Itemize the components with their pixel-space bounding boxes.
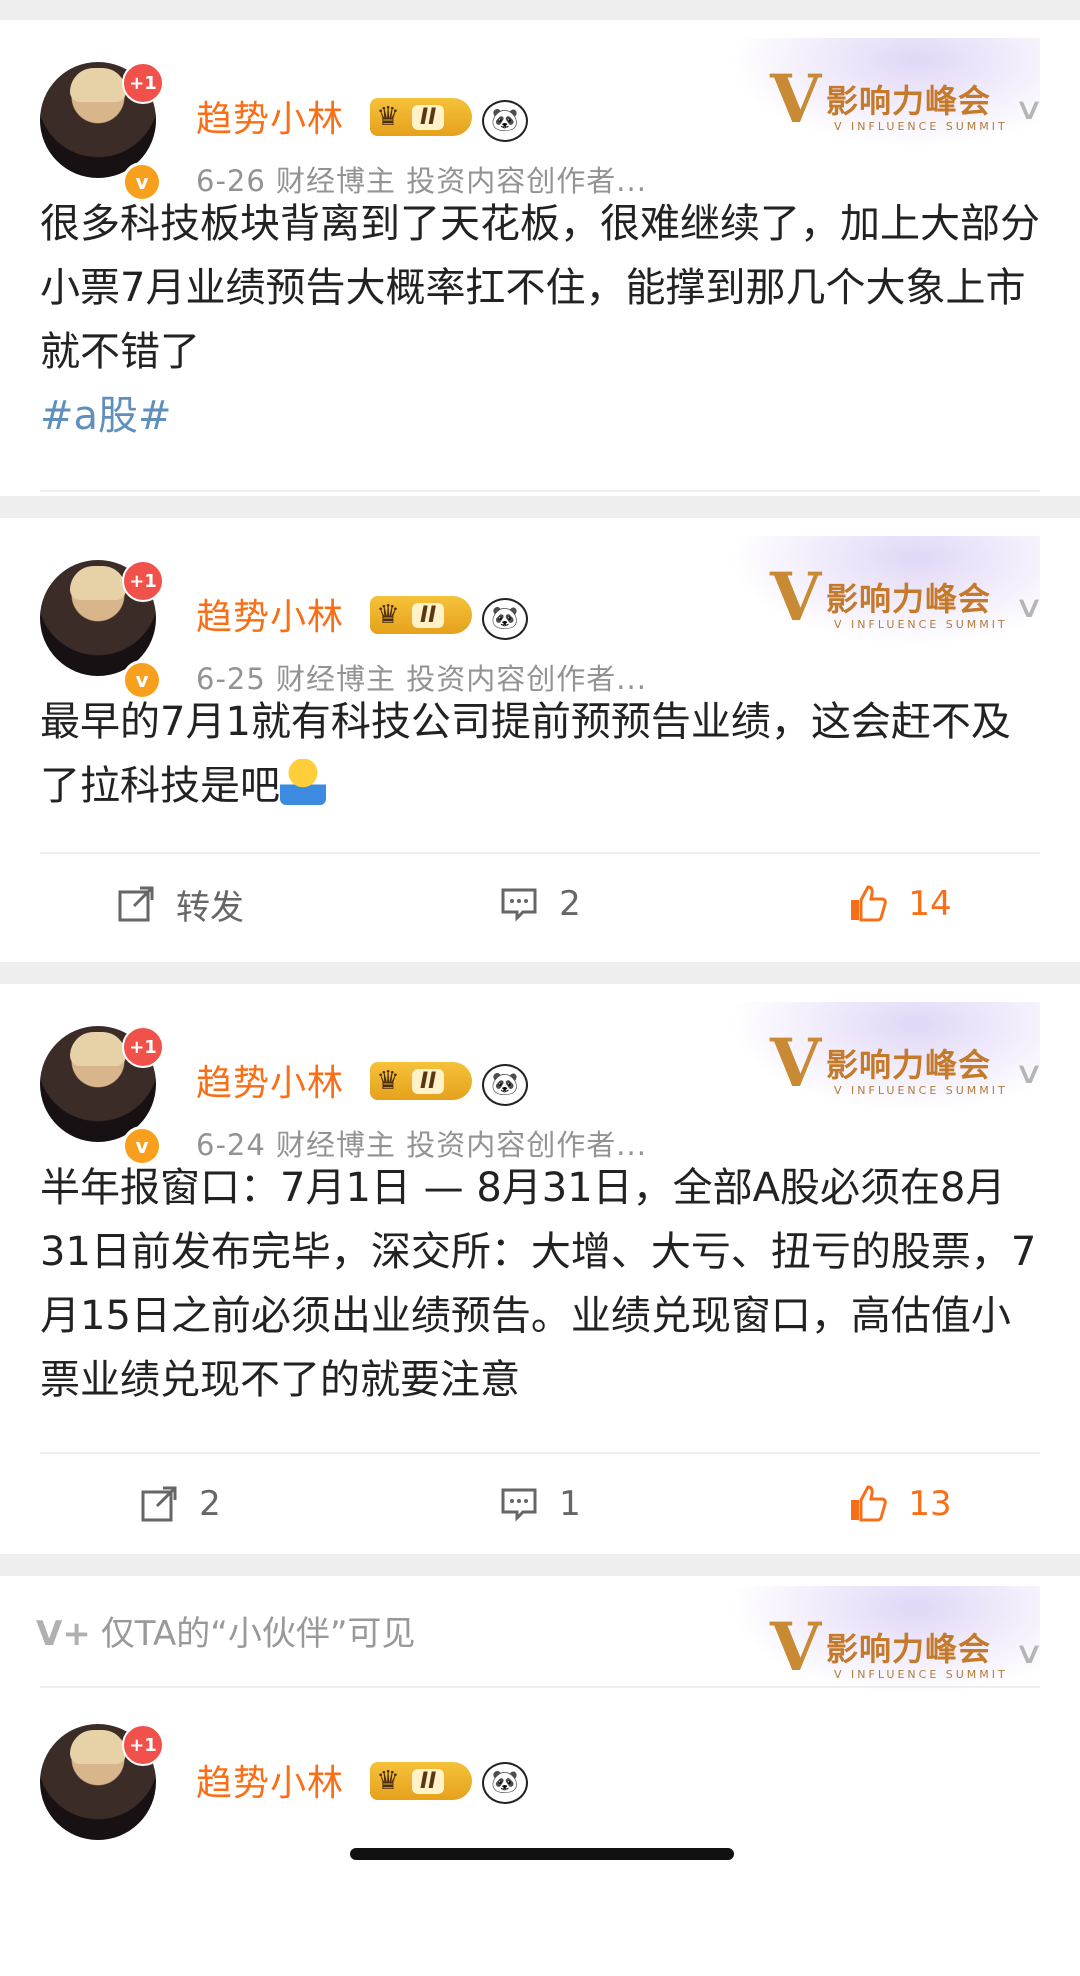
- like-button[interactable]: 13: [720, 1484, 1080, 1524]
- post-text: 很多科技板块背离到了天花板，很难继续了，加上大部分小票7月业绩预告大概率扛不住，…: [0, 170, 1080, 448]
- panda-icon: 🐼: [482, 598, 528, 640]
- level-label: II: [412, 1068, 445, 1094]
- post-card[interactable]: +1 v 趋势小林 ♛ II 🐼 6-24 财经博主 投资内容创作者... V 影…: [0, 984, 1080, 1554]
- summit-subtitle: V INFLUENCE SUMMIT: [834, 1084, 1008, 1097]
- topic-link[interactable]: #a股#: [40, 393, 172, 439]
- thumbs-up-icon: [851, 1485, 888, 1522]
- post-body: 最早的7月1就有科技公司提前预预告业绩，这会赶不及了拉科技是吧: [40, 699, 1011, 809]
- influence-summit-badge[interactable]: V 影响力峰会 V INFLUENCE SUMMIT: [730, 536, 1040, 646]
- plus-badge: +1: [122, 1026, 164, 1068]
- summit-v-logo: V: [770, 1608, 822, 1686]
- comment-button[interactable]: 1: [360, 1484, 720, 1524]
- summit-title: 影响力峰会: [826, 82, 992, 120]
- chevron-down-icon[interactable]: ∨: [1014, 92, 1045, 127]
- level-label: II: [412, 104, 445, 130]
- plus-badge: +1: [122, 62, 164, 104]
- partner-notice-label: 仅TA的“小伙伴”可见: [100, 1614, 416, 1654]
- partner-visibility-notice: V+ 仅TA的“小伙伴”可见: [36, 1606, 415, 1655]
- comment-icon: [501, 1488, 537, 1522]
- repost-count: 2: [199, 1484, 221, 1524]
- post-card[interactable]: +1 v 趋势小林 ♛ II 🐼 6-26 财经博主 投资内容创作者... V 影…: [0, 20, 1080, 562]
- post-header: +1 v 趋势小林 ♛ II 🐼 6-26 财经博主 投资内容创作者... V 影…: [0, 20, 1080, 202]
- username[interactable]: 趋势小林: [196, 90, 344, 142]
- comment-count: 1: [559, 1484, 581, 1524]
- post-card[interactable]: +1 v 趋势小林 ♛ II 🐼 6-25 财经博主 投资内容创作者... V 影…: [0, 518, 1080, 962]
- shrug-emoji-icon: [280, 759, 326, 805]
- post-card[interactable]: V+ 仅TA的“小伙伴”可见 V 影响力峰会 V INFLUENCE SUMMIT…: [0, 1576, 1080, 1976]
- level-label: II: [412, 602, 445, 628]
- summit-title: 影响力峰会: [826, 1630, 992, 1668]
- member-crown-badge[interactable]: ♛ II: [370, 1762, 472, 1800]
- post-meta: 6-24 财经博主 投资内容创作者...: [196, 1128, 647, 1162]
- repost-icon: [118, 886, 154, 922]
- post-body: 很多科技板块背离到了天花板，很难继续了，加上大部分小票7月业绩预告大概率扛不住，…: [40, 201, 1040, 375]
- repost-icon: [141, 1486, 177, 1522]
- member-crown-badge[interactable]: ♛ II: [370, 1062, 472, 1100]
- panda-icon: 🐼: [482, 1762, 528, 1804]
- crown-icon: ♛: [376, 1066, 400, 1096]
- chevron-down-icon[interactable]: ∨: [1014, 1636, 1045, 1671]
- like-count: 13: [908, 1484, 952, 1524]
- summit-v-logo: V: [770, 558, 822, 636]
- partner-visibility-row: V+ 仅TA的“小伙伴”可见 V 影响力峰会 V INFLUENCE SUMMIT…: [0, 1576, 1080, 1696]
- summit-title: 影响力峰会: [826, 1046, 992, 1084]
- like-count: 14: [908, 884, 952, 924]
- username[interactable]: 趋势小林: [196, 1054, 344, 1106]
- chevron-down-icon[interactable]: ∨: [1014, 1056, 1045, 1091]
- summit-v-logo: V: [770, 60, 822, 138]
- influence-summit-badge[interactable]: V 影响力峰会 V INFLUENCE SUMMIT: [730, 1002, 1040, 1112]
- comment-count: 2: [559, 884, 581, 924]
- crown-icon: ♛: [376, 102, 400, 132]
- v-plus-icon: V+: [36, 1614, 91, 1654]
- action-bar: 转发 2 14: [0, 854, 1080, 954]
- summit-subtitle: V INFLUENCE SUMMIT: [834, 120, 1008, 133]
- post-header: +1 v 趋势小林 ♛ II 🐼 6-24 财经博主 投资内容创作者... V 影…: [0, 984, 1080, 1166]
- username[interactable]: 趋势小林: [196, 1754, 344, 1806]
- like-button[interactable]: 14: [720, 884, 1080, 924]
- crown-icon: ♛: [376, 600, 400, 630]
- influence-summit-badge[interactable]: V 影响力峰会 V INFLUENCE SUMMIT: [730, 38, 1040, 148]
- post-body: 半年报窗口：7月1日 — 8月31日，全部A股必须在8月31日前发布完毕，深交所…: [40, 1165, 1037, 1403]
- panda-icon: 🐼: [482, 100, 528, 142]
- post-meta: 6-26 财经博主 投资内容创作者...: [196, 164, 647, 198]
- verified-badge-icon: v: [122, 1126, 162, 1166]
- repost-button[interactable]: 2: [0, 1484, 360, 1524]
- summit-subtitle: V INFLUENCE SUMMIT: [834, 618, 1008, 631]
- post-meta: 6-25 财经博主 投资内容创作者...: [196, 662, 647, 696]
- summit-title: 影响力峰会: [826, 580, 992, 618]
- comment-button[interactable]: 2: [360, 884, 720, 924]
- username[interactable]: 趋势小林: [196, 588, 344, 640]
- summit-v-logo: V: [770, 1024, 822, 1102]
- plus-badge: +1: [122, 1724, 164, 1766]
- thumbs-up-icon: [851, 885, 888, 922]
- post-header: +1 v 趋势小林 ♛ II 🐼 6-25 财经博主 投资内容创作者... V 影…: [0, 518, 1080, 700]
- chevron-down-icon[interactable]: ∨: [1014, 590, 1045, 625]
- member-crown-badge[interactable]: ♛ II: [370, 98, 472, 136]
- plus-badge: +1: [122, 560, 164, 602]
- crown-icon: ♛: [376, 1766, 400, 1796]
- post-text: 半年报窗口：7月1日 — 8月31日，全部A股必须在8月31日前发布完毕，深交所…: [0, 1134, 1080, 1412]
- home-indicator[interactable]: [350, 1848, 734, 1860]
- action-bar: 2 1 13: [0, 1454, 1080, 1554]
- member-crown-badge[interactable]: ♛ II: [370, 596, 472, 634]
- summit-subtitle: V INFLUENCE SUMMIT: [834, 1668, 1008, 1681]
- panda-icon: 🐼: [482, 1064, 528, 1106]
- repost-label: 转发: [176, 887, 244, 928]
- influence-summit-badge[interactable]: V 影响力峰会 V INFLUENCE SUMMIT: [730, 1586, 1040, 1696]
- verified-badge-icon: v: [122, 162, 162, 202]
- level-label: II: [412, 1768, 445, 1794]
- comment-icon: [501, 888, 537, 922]
- repost-button[interactable]: 转发: [0, 880, 360, 929]
- verified-badge-icon: v: [122, 660, 162, 700]
- post-header: +1 趋势小林 ♛ II 🐼: [0, 1688, 1080, 1840]
